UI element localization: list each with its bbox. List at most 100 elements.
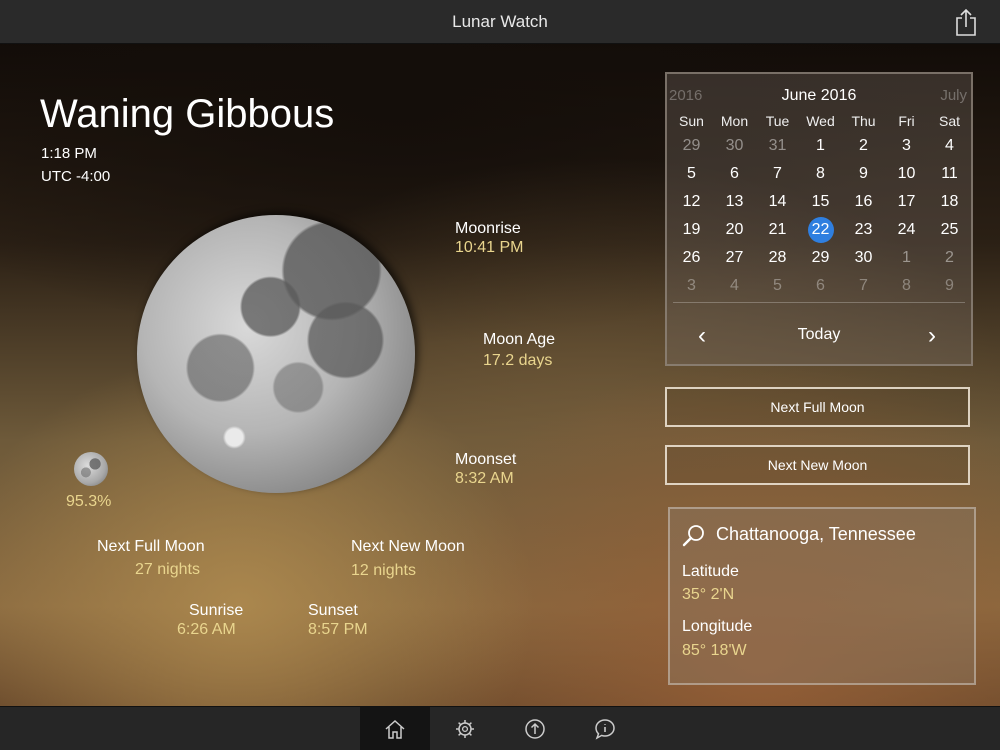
calendar-day-number: 5 bbox=[687, 165, 696, 182]
calendar-day[interactable]: 2 bbox=[842, 132, 885, 160]
calendar-day-number: 27 bbox=[725, 249, 744, 266]
location-panel: Chattanooga, Tennessee Latitude 35° 2'N … bbox=[668, 507, 976, 685]
calendar-day[interactable]: 11 bbox=[928, 160, 971, 188]
calendar-day[interactable]: 25 bbox=[928, 216, 971, 244]
next-new-moon-label: Next New Moon bbox=[351, 538, 465, 555]
calendar-day[interactable]: 4 bbox=[713, 272, 756, 300]
calendar-day[interactable]: 24 bbox=[885, 216, 928, 244]
calendar-day[interactable]: 7 bbox=[756, 160, 799, 188]
calendar-day[interactable]: 2 bbox=[928, 244, 971, 272]
next-new-moon-button[interactable]: Next New Moon bbox=[665, 445, 970, 485]
calendar-day[interactable]: 29 bbox=[799, 244, 842, 272]
calendar-day-number: 25 bbox=[940, 221, 959, 238]
calendar-day[interactable]: 17 bbox=[885, 188, 928, 216]
calendar-day-number: 30 bbox=[725, 137, 744, 154]
calendar-day[interactable]: 8 bbox=[885, 272, 928, 300]
next-full-moon-button[interactable]: Next Full Moon bbox=[665, 387, 970, 427]
moon-thumbnail[interactable] bbox=[74, 452, 108, 486]
utc-offset: UTC -4:00 bbox=[41, 168, 111, 185]
upload-icon bbox=[525, 719, 545, 739]
calendar-day[interactable]: 6 bbox=[799, 272, 842, 300]
location-city[interactable]: Chattanooga, Tennessee bbox=[716, 524, 916, 545]
calendar-day-number: 9 bbox=[859, 165, 868, 182]
calendar-day[interactable]: 7 bbox=[842, 272, 885, 300]
moon-phase-title: Waning Gibbous bbox=[40, 92, 335, 136]
calendar-day-number: 6 bbox=[816, 277, 825, 294]
calendar-day[interactable]: 14 bbox=[756, 188, 799, 216]
calendar-day-number: 28 bbox=[768, 249, 787, 266]
calendar-day[interactable]: 9 bbox=[842, 160, 885, 188]
calendar-day[interactable]: 29 bbox=[670, 132, 713, 160]
calendar-header: 2016 June 2016 July bbox=[667, 74, 971, 110]
moonrise-value: 10:41 PM bbox=[455, 239, 524, 256]
calendar-day[interactable]: 3 bbox=[670, 272, 713, 300]
calendar-day[interactable]: 4 bbox=[928, 132, 971, 160]
calendar-day[interactable]: 15 bbox=[799, 188, 842, 216]
sunrise-label: Sunrise bbox=[189, 602, 244, 619]
calendar-day[interactable]: 3 bbox=[885, 132, 928, 160]
next-full-moon-label: Next Full Moon bbox=[97, 538, 205, 555]
calendar-day[interactable]: 10 bbox=[885, 160, 928, 188]
calendar-day[interactable]: 13 bbox=[713, 188, 756, 216]
moonset-value: 8:32 AM bbox=[455, 470, 514, 487]
calendar-day[interactable]: 5 bbox=[756, 272, 799, 300]
moon-age-value: 17.2 days bbox=[483, 352, 553, 369]
calendar-day-number: 9 bbox=[945, 277, 954, 294]
calendar-day-number: 1 bbox=[816, 137, 825, 154]
calendar-day[interactable]: 28 bbox=[756, 244, 799, 272]
calendar-day-number: 17 bbox=[897, 193, 916, 210]
calendar-day-number: 13 bbox=[725, 193, 744, 210]
calendar-day[interactable]: 23 bbox=[842, 216, 885, 244]
calendar-day-number: 4 bbox=[730, 277, 739, 294]
next-full-moon-value: 27 nights bbox=[135, 561, 200, 578]
calendar-day[interactable]: 1 bbox=[799, 132, 842, 160]
calendar-day[interactable]: 20 bbox=[713, 216, 756, 244]
tab-settings[interactable] bbox=[430, 707, 500, 750]
calendar-day[interactable]: 6 bbox=[713, 160, 756, 188]
calendar-day-number: 30 bbox=[854, 249, 873, 266]
calendar-day-number: 26 bbox=[682, 249, 701, 266]
weekday-header: Sun bbox=[679, 113, 704, 129]
calendar-day[interactable]: 31 bbox=[756, 132, 799, 160]
calendar-day[interactable]: 9 bbox=[928, 272, 971, 300]
calendar-day[interactable]: 21 bbox=[756, 216, 799, 244]
calendar-day[interactable]: 8 bbox=[799, 160, 842, 188]
chevron-right-icon[interactable]: › bbox=[917, 322, 947, 350]
weekday-header: Wed bbox=[806, 113, 835, 129]
search-icon[interactable] bbox=[682, 524, 706, 548]
next-new-moon-value: 12 nights bbox=[351, 562, 416, 579]
calendar-day-selected[interactable]: 22 bbox=[799, 216, 842, 244]
share-icon[interactable] bbox=[954, 8, 978, 36]
calendar-day[interactable]: 27 bbox=[713, 244, 756, 272]
calendar-day[interactable]: 12 bbox=[670, 188, 713, 216]
calendar-day[interactable]: 30 bbox=[713, 132, 756, 160]
calendar-day-number: 8 bbox=[816, 165, 825, 182]
calendar-day-number: 16 bbox=[854, 193, 873, 210]
gear-icon bbox=[456, 720, 474, 738]
calendar-day[interactable]: 19 bbox=[670, 216, 713, 244]
calendar-day-number: 4 bbox=[945, 137, 954, 154]
calendar-day[interactable]: 26 bbox=[670, 244, 713, 272]
calendar-day-number: 31 bbox=[768, 137, 787, 154]
calendar-divider bbox=[673, 302, 965, 303]
weekday-header: Thu bbox=[851, 113, 876, 129]
calendar-day[interactable]: 16 bbox=[842, 188, 885, 216]
tab-home[interactable] bbox=[360, 707, 430, 750]
calendar-day-number: 23 bbox=[854, 221, 873, 238]
calendar-day-number: 7 bbox=[773, 165, 782, 182]
calendar-day-number: 24 bbox=[897, 221, 916, 238]
calendar-next-month[interactable]: July bbox=[940, 87, 967, 104]
calendar-day-number: 3 bbox=[687, 277, 696, 294]
calendar-day[interactable]: 1 bbox=[885, 244, 928, 272]
longitude-label: Longitude bbox=[682, 618, 753, 635]
calendar-day-number: 29 bbox=[811, 249, 830, 266]
calendar-day-number: 8 bbox=[902, 277, 911, 294]
calendar-day[interactable]: 30 bbox=[842, 244, 885, 272]
calendar-day[interactable]: 18 bbox=[928, 188, 971, 216]
calendar-month-title: June 2016 bbox=[781, 87, 857, 104]
weekday-header: Fri bbox=[898, 113, 915, 129]
calendar-day[interactable]: 5 bbox=[670, 160, 713, 188]
calendar-day-number: 12 bbox=[682, 193, 701, 210]
tab-upload[interactable] bbox=[500, 707, 570, 750]
tab-info[interactable] bbox=[570, 707, 640, 750]
